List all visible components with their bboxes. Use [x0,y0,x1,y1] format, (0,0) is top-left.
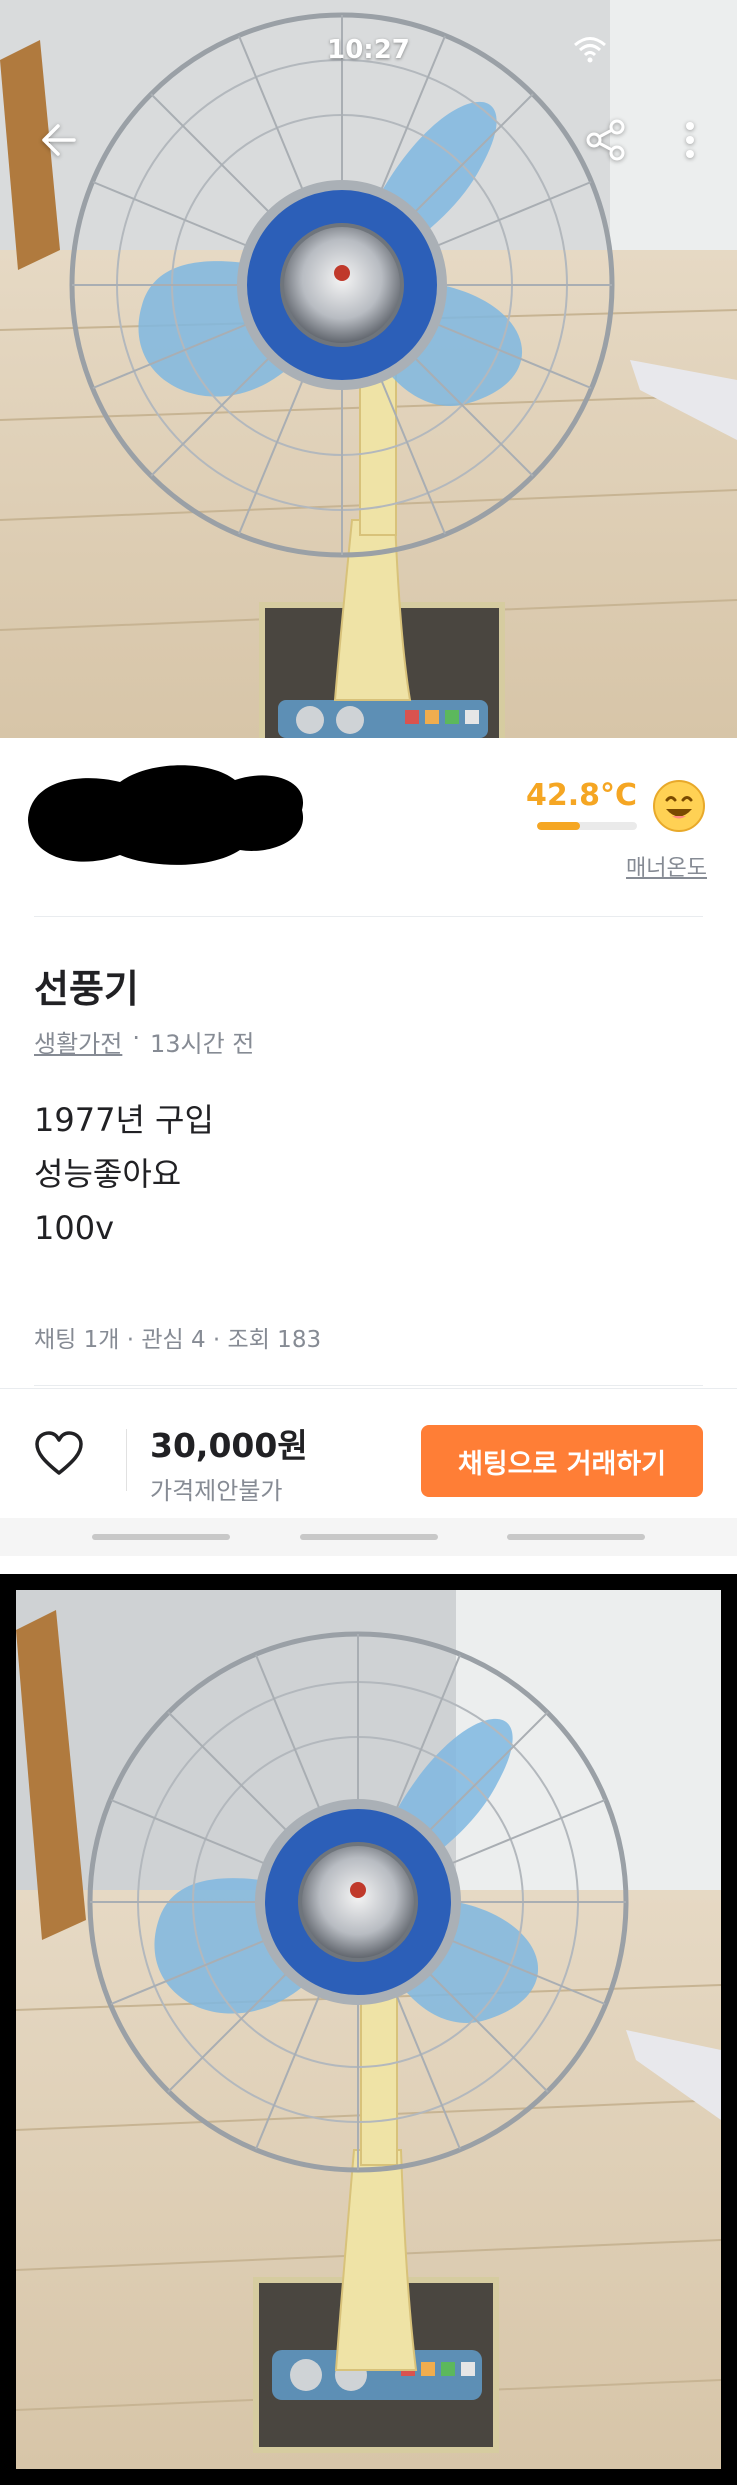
smiling-face-icon [653,780,705,832]
product-photo-enlarged [0,1574,737,2485]
nav-handle [507,1534,645,1540]
category-link[interactable]: 생활가전 [34,1024,122,1059]
more-options-button[interactable] [660,110,720,170]
more-vertical-icon [686,122,694,158]
posted-time: 13시간 전 [149,1030,255,1058]
back-button[interactable] [28,110,88,170]
product-price: 30,000원 [150,1426,308,1465]
product-stats: 채팅 1개 · 관심 4 · 조회 183 [34,1327,322,1353]
meta-separator: · [132,1024,140,1052]
product-description: 1977년 구입 성능좋아요 100v [34,1093,214,1255]
manner-temp-bar [537,822,637,830]
seller-section[interactable]: 42.8°C 매너온도 [0,738,737,918]
status-time: 10:27 [327,35,410,65]
wifi-icon [574,37,606,63]
description-line: 성능좋아요 [34,1155,182,1193]
navigation-bar [0,1518,737,1556]
fan-photo-image [16,1590,721,2469]
vertical-separator [126,1429,127,1491]
heart-outline-icon[interactable] [34,1431,84,1477]
price-negotiation-status: 가격제안불가 [150,1477,283,1505]
bottom-action-bar: 30,000원 가격제안불가 채팅으로 거래하기 [0,1388,737,1519]
nav-handle [92,1534,230,1540]
manner-temperature[interactable]: 42.8°C 매너온도 [517,778,707,888]
product-meta: 생활가전 · 13시간 전 [34,1024,254,1059]
share-icon [586,119,625,161]
product-title: 선풍기 [34,967,139,1011]
manner-temp-label[interactable]: 매너온도 [626,850,707,882]
divider [34,1385,703,1386]
manner-temp-value: 42.8°C [525,778,637,813]
share-button[interactable] [576,110,636,170]
chat-trade-button[interactable]: 채팅으로 거래하기 [421,1425,703,1497]
manner-temp-fill [537,822,580,830]
nav-handle [300,1534,438,1540]
description-line: 1977년 구입 [34,1101,214,1139]
description-line: 100v [34,1209,115,1247]
arrow-left-icon [42,124,76,156]
divider [34,916,703,917]
redacted-seller-profile [28,765,304,865]
status-bar: 10:27 [0,30,737,70]
